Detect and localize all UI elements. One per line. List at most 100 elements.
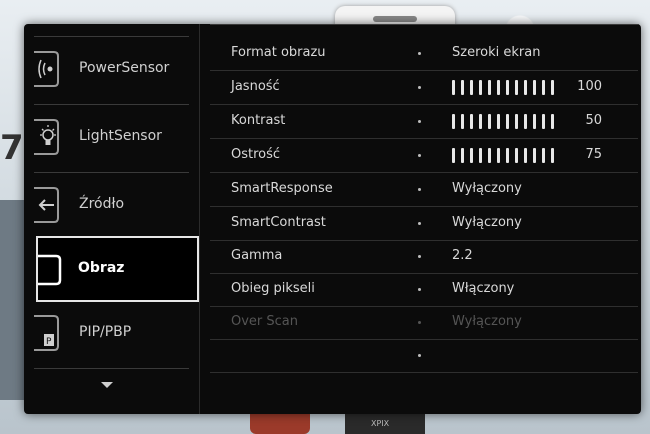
level-value: 50 xyxy=(585,113,602,128)
setting-value: Wyłączony xyxy=(452,181,522,196)
level-tick xyxy=(479,114,482,129)
level-tick xyxy=(479,148,482,163)
level-tick xyxy=(497,80,500,95)
setting-name: Gamma xyxy=(231,248,283,263)
level-slider[interactable] xyxy=(452,80,556,96)
setting-name: Kontrast xyxy=(231,113,286,128)
bullet-icon xyxy=(418,321,421,324)
bullet-icon xyxy=(418,288,421,291)
level-tick xyxy=(470,114,473,129)
setting-name: SmartContrast xyxy=(231,215,326,230)
input-source-icon xyxy=(34,184,62,226)
level-tick xyxy=(452,80,455,95)
level-tick xyxy=(533,114,536,129)
level-tick xyxy=(506,114,509,129)
device-label: XPIX xyxy=(371,419,390,428)
level-tick xyxy=(551,80,554,95)
level-tick xyxy=(479,80,482,95)
setting-value: Szeroki ekran xyxy=(452,45,541,60)
level-tick xyxy=(551,148,554,163)
sidebar-item-obraz[interactable]: Obraz xyxy=(36,236,199,302)
level-tick xyxy=(506,148,509,163)
level-tick xyxy=(542,148,545,163)
power-sensor-icon xyxy=(34,48,62,90)
background-panel xyxy=(0,200,24,400)
bullet-icon xyxy=(418,154,421,157)
level-tick xyxy=(470,148,473,163)
level-tick xyxy=(524,80,527,95)
setting-row-kontrast[interactable]: Kontrast 50 xyxy=(210,105,638,139)
divider xyxy=(34,172,189,173)
level-tick xyxy=(533,148,536,163)
level-tick xyxy=(461,114,464,129)
setting-value: 2.2 xyxy=(452,248,473,263)
bullet-icon xyxy=(418,52,421,55)
setting-row-empty xyxy=(210,339,638,373)
level-slider[interactable] xyxy=(452,114,556,130)
level-slider[interactable] xyxy=(452,148,556,164)
level-tick xyxy=(515,114,518,129)
pip-icon: P xyxy=(34,312,62,354)
setting-name: Jasność xyxy=(231,79,280,94)
setting-value: Wyłączony xyxy=(452,215,522,230)
level-tick xyxy=(470,80,473,95)
divider xyxy=(34,104,189,105)
osd-sidebar: PowerSensor LightSensor Źródło Obraz P P… xyxy=(24,24,200,414)
level-tick xyxy=(461,148,464,163)
divider xyxy=(34,368,189,369)
sidebar-item-label: Źródło xyxy=(79,196,125,212)
level-tick xyxy=(506,80,509,95)
sidebar-item-zrodlo[interactable]: Źródło xyxy=(34,174,194,240)
background-digit: 7 xyxy=(0,128,24,168)
osd-menu: PowerSensor LightSensor Źródło Obraz P P… xyxy=(24,24,641,414)
setting-row-smartcontrast[interactable]: SmartContrast Wyłączony xyxy=(210,207,638,241)
setting-name: Format obrazu xyxy=(231,45,326,60)
level-tick xyxy=(488,80,491,95)
level-tick xyxy=(497,148,500,163)
level-tick xyxy=(452,114,455,129)
level-tick xyxy=(533,80,536,95)
level-tick xyxy=(542,80,545,95)
setting-row-gamma[interactable]: Gamma 2.2 xyxy=(210,240,638,274)
picture-icon xyxy=(38,248,66,290)
level-tick xyxy=(488,148,491,163)
setting-row-smartresponse[interactable]: SmartResponse Wyłączony xyxy=(210,173,638,207)
level-tick xyxy=(515,80,518,95)
level-tick xyxy=(542,114,545,129)
setting-name: Ostrość xyxy=(231,147,281,162)
bullet-icon xyxy=(418,188,421,191)
setting-row-ostrosc[interactable]: Ostrość 75 xyxy=(210,139,638,173)
level-value: 100 xyxy=(577,79,602,94)
setting-row-format[interactable]: Format obrazu Szeroki ekran xyxy=(210,37,638,71)
level-value: 75 xyxy=(585,147,602,162)
level-tick xyxy=(551,114,554,129)
setting-name: SmartResponse xyxy=(231,181,333,196)
sidebar-item-pip-pbp[interactable]: P PIP/PBP xyxy=(34,302,194,368)
bullet-icon xyxy=(418,255,421,258)
level-tick xyxy=(461,80,464,95)
level-tick xyxy=(488,114,491,129)
setting-value: Wyłączony xyxy=(452,314,522,329)
background-device: XPIX xyxy=(345,412,425,434)
setting-row-jasnosc[interactable]: Jasność 100 xyxy=(210,71,638,105)
setting-name: Obieg pikseli xyxy=(231,281,315,296)
settings-panel: Format obrazu Szeroki ekran Jasność 100 … xyxy=(200,24,641,414)
light-sensor-icon xyxy=(34,116,62,158)
bullet-icon xyxy=(418,86,421,89)
setting-row-over-scan: Over Scan Wyłączony xyxy=(210,306,638,340)
sidebar-item-powersensor[interactable]: PowerSensor xyxy=(34,38,194,104)
setting-row-obieg-pikseli[interactable]: Obieg pikseli Włączony xyxy=(210,273,638,307)
setting-value: Włączony xyxy=(452,281,515,296)
bullet-icon xyxy=(418,354,421,357)
level-tick xyxy=(524,148,527,163)
sidebar-item-label: PowerSensor xyxy=(79,60,170,76)
bullet-icon xyxy=(418,120,421,123)
bullet-icon xyxy=(418,222,421,225)
sidebar-item-label: Obraz xyxy=(78,260,125,276)
divider xyxy=(210,24,638,25)
level-tick xyxy=(524,114,527,129)
chevron-down-icon[interactable] xyxy=(101,382,113,388)
sidebar-item-label: LightSensor xyxy=(79,128,162,144)
sidebar-item-lightsensor[interactable]: LightSensor xyxy=(34,106,194,172)
divider xyxy=(34,36,189,37)
